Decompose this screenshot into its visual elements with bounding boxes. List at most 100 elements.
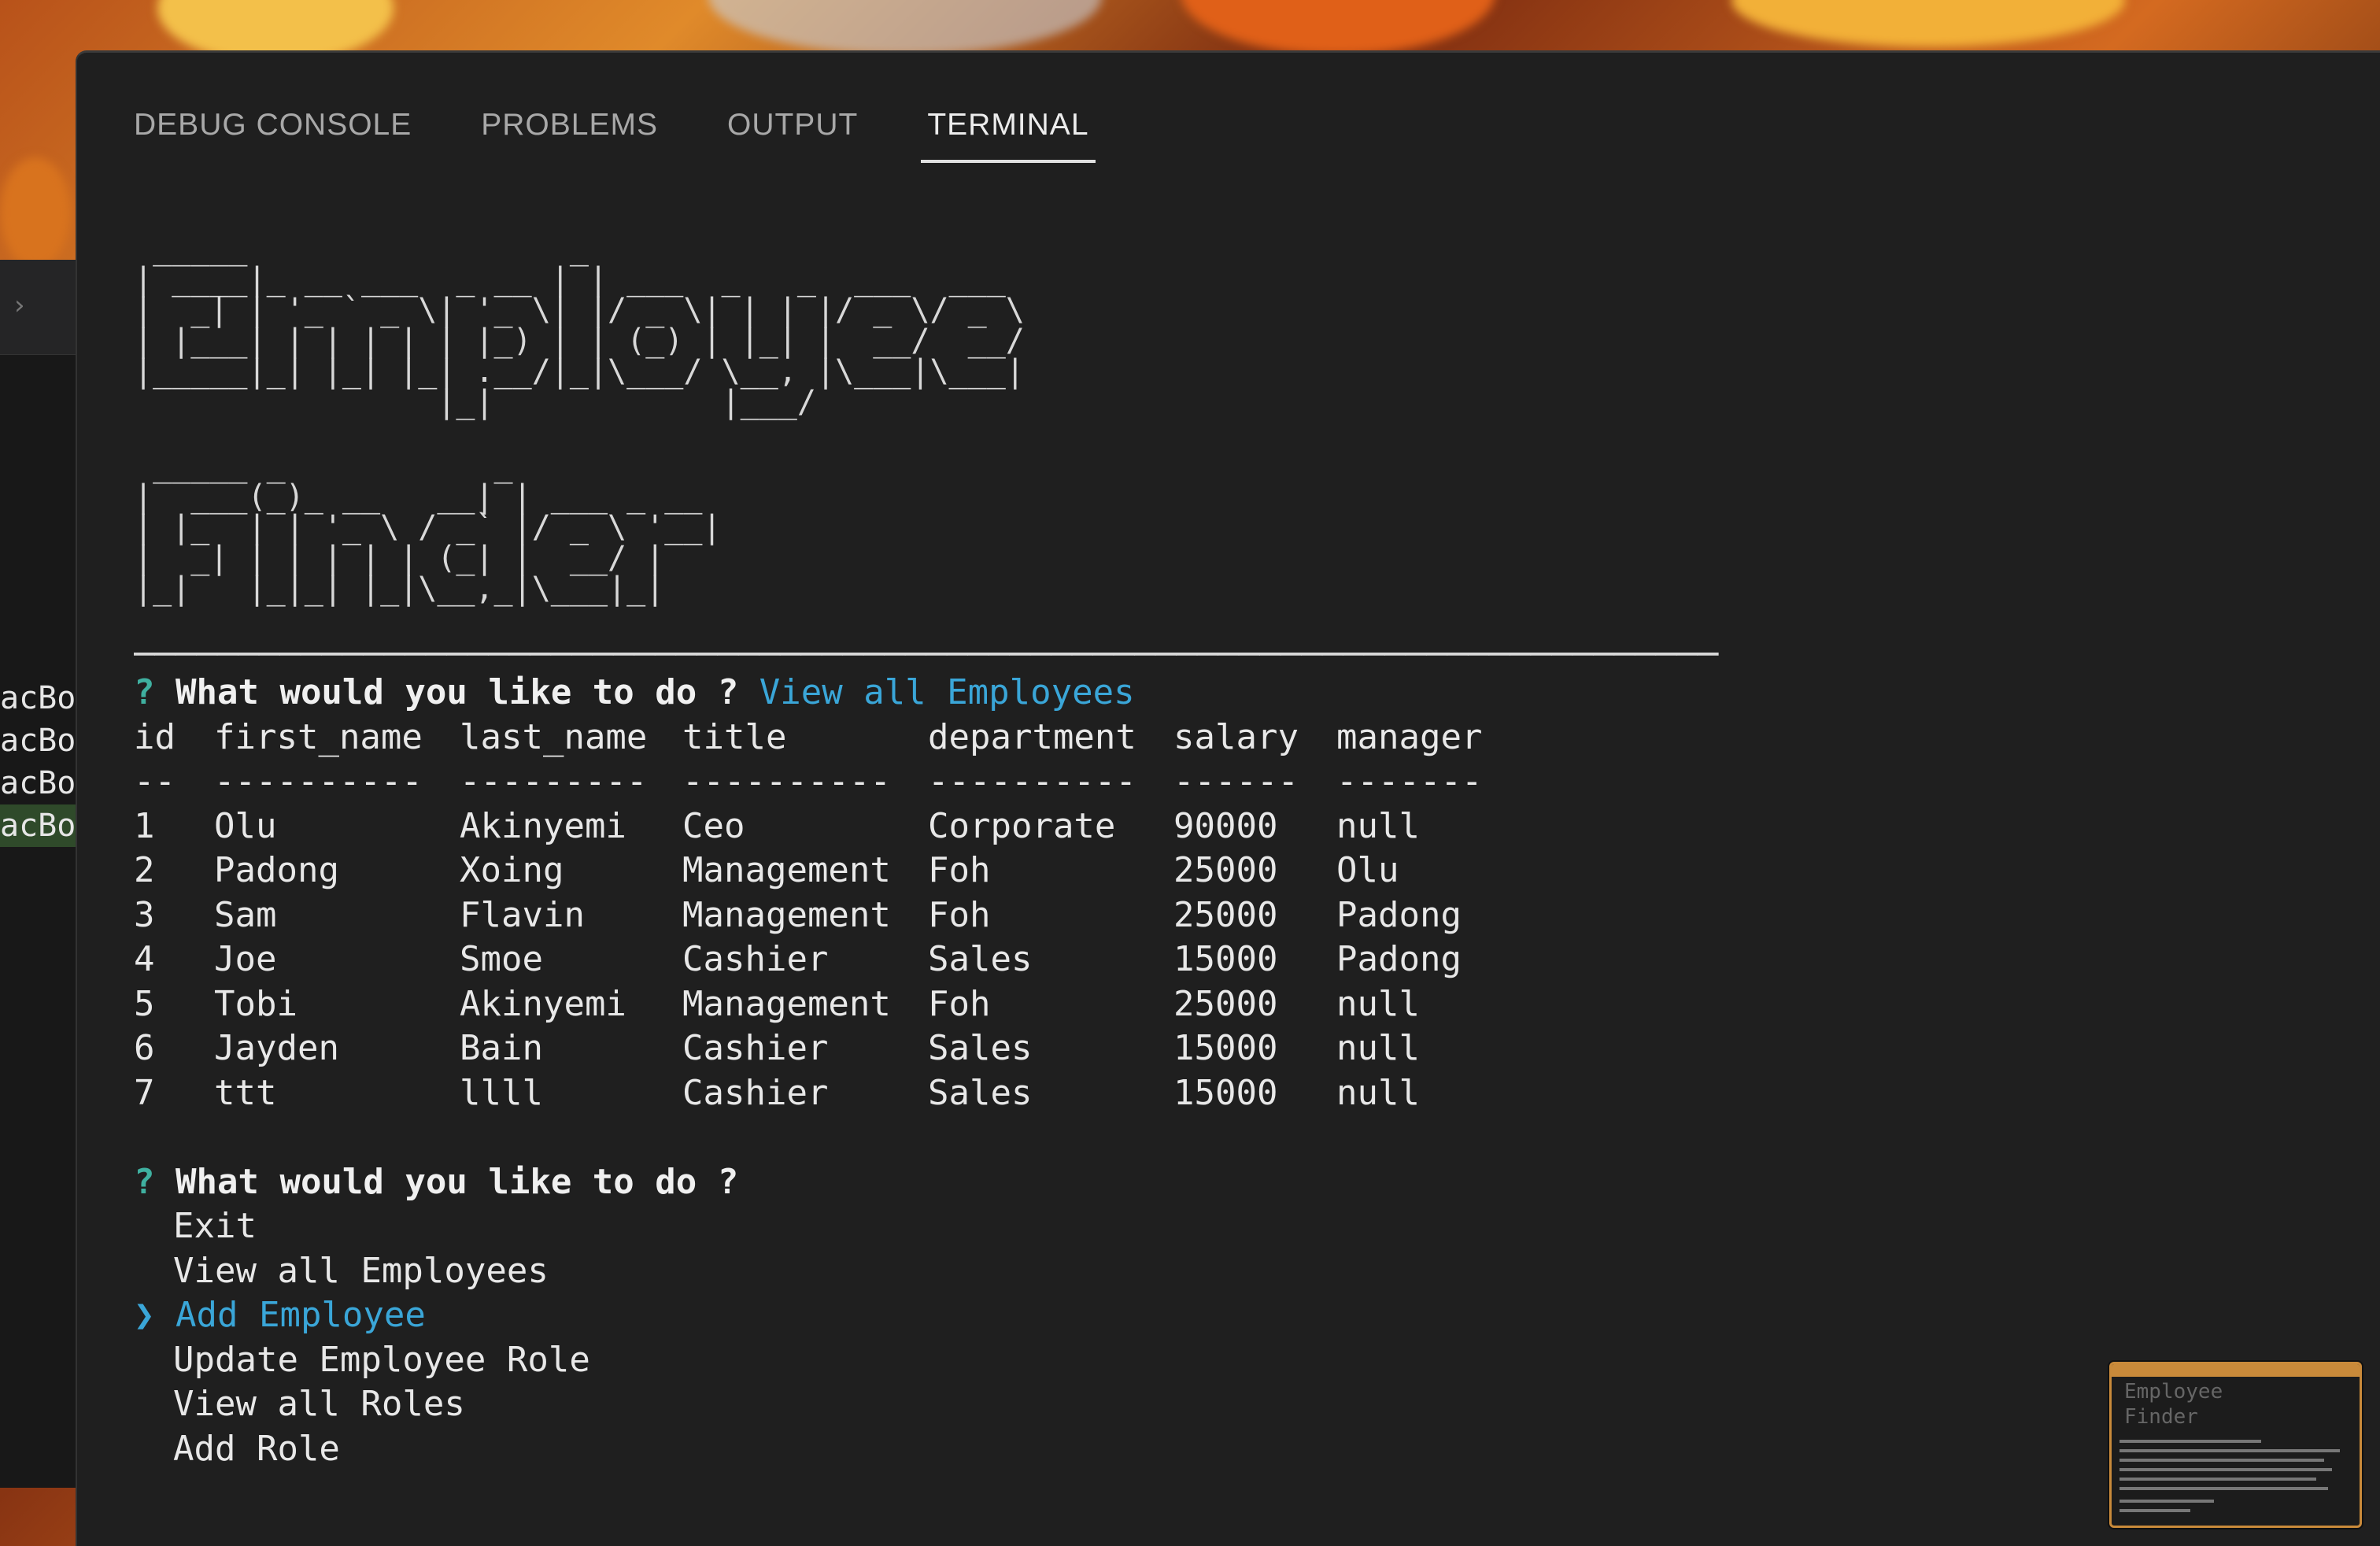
cell-id: 3 <box>134 894 155 935</box>
cell-title: Cashier <box>682 1028 829 1068</box>
editor-line[interactable]: acBo <box>0 677 76 719</box>
tab-terminal[interactable]: TERMINAL <box>921 108 1096 163</box>
table-underline: ---------- <box>928 761 1136 801</box>
prompt-line: ? What would you like to do ? View all E… <box>134 671 2259 716</box>
menu-option-add-employee[interactable]: ❯ Add Employee <box>134 1293 2259 1338</box>
selection-pointer-icon: ❯ <box>134 1295 155 1335</box>
thumbnail-line <box>2119 1487 2328 1490</box>
cell-manager: Olu <box>1336 850 1399 890</box>
tab-output[interactable]: OUTPUT <box>727 108 858 163</box>
cell-manager: null <box>1336 1072 1420 1113</box>
cell-manager: null <box>1336 983 1420 1024</box>
panel-tab-bar: DEBUG CONSOLE PROBLEMS OUTPUT TERMINAL <box>134 108 1096 163</box>
table-header: first_name <box>214 716 423 757</box>
table-header: salary <box>1173 716 1299 757</box>
terminal-panel: DEBUG CONSOLE PROBLEMS OUTPUT TERMINAL _… <box>76 50 2380 1546</box>
action-menu: Exit View all Employees ❯ Add Employee U… <box>134 1204 2259 1471</box>
thumbnail-subtitle: Finder <box>2124 1405 2198 1429</box>
cell-salary: 15000 <box>1173 1072 1278 1113</box>
ascii-banner-finder: _____ _ _ | ___(_)_ __ __| | ___ _ __ | … <box>134 448 722 607</box>
cell-id: 4 <box>134 939 155 979</box>
cell-id: 6 <box>134 1028 155 1068</box>
thumbnail-wallpaper-strip <box>2112 1364 2360 1377</box>
question-mark: ? <box>134 1161 155 1202</box>
thumbnail-line <box>2119 1449 2340 1452</box>
cell-salary: 15000 <box>1173 939 1278 979</box>
cell-title: Ceo <box>682 805 745 846</box>
menu-option-view-all-employees[interactable]: View all Employees <box>134 1249 2259 1294</box>
cell-last-name: llll <box>460 1072 543 1113</box>
cell-id: 7 <box>134 1072 155 1113</box>
table-header: title <box>682 716 787 757</box>
prompt-question: What would you like to do ? <box>176 1161 739 1202</box>
cell-first-name: Olu <box>214 805 277 846</box>
terminal-output[interactable]: _____ _ | ____|_ __ ___ _ __ | | ___ _ _… <box>134 231 2259 1471</box>
cell-first-name: Tobi <box>214 983 298 1024</box>
cell-department: Foh <box>928 850 991 890</box>
table-row: 1 Olu Akinyemi Ceo Corporate 90000 null <box>134 804 2259 849</box>
thumbnail-title: Employee <box>2124 1380 2223 1404</box>
cell-first-name: Sam <box>214 894 277 935</box>
menu-option-update-employee-role[interactable]: Update Employee Role <box>134 1338 2259 1383</box>
cell-manager: Padong <box>1336 894 1462 935</box>
employees-table: id first_name last_name title department… <box>134 716 2259 1116</box>
wallpaper-highlight <box>1731 0 2125 47</box>
cell-salary: 90000 <box>1173 805 1278 846</box>
prompt-line: ? What would you like to do ? <box>134 1160 2259 1205</box>
editor-line-active[interactable]: acBo <box>0 804 76 847</box>
table-underline: ------ <box>1173 761 1299 801</box>
editor-tab-bar: › <box>0 260 76 355</box>
cell-last-name: Bain <box>460 1028 543 1068</box>
table-underline: -- <box>134 761 176 801</box>
cell-last-name: Smoe <box>460 939 543 979</box>
cell-department: Foh <box>928 983 991 1024</box>
thumbnail-line <box>2119 1468 2332 1471</box>
menu-option-view-all-roles[interactable]: View all Roles <box>134 1382 2259 1427</box>
prompt-question: What would you like to do ? <box>176 672 739 712</box>
editor-line[interactable]: acBo <box>0 762 76 804</box>
table-header-row: id first_name last_name title department… <box>134 716 2259 760</box>
tab-problems[interactable]: PROBLEMS <box>481 108 658 163</box>
table-underline: ------- <box>1336 761 1483 801</box>
menu-option-add-role[interactable]: Add Role <box>134 1427 2259 1472</box>
cell-last-name: Xoing <box>460 850 564 890</box>
table-row: 7 ttt llll Cashier Sales 15000 null <box>134 1071 2259 1116</box>
cell-first-name: Jayden <box>214 1028 339 1068</box>
table-row: 5 Tobi Akinyemi Management Foh 25000 nul… <box>134 982 2259 1027</box>
cell-department: Foh <box>928 894 991 935</box>
chevron-right-icon[interactable]: › <box>14 290 25 321</box>
cell-last-name: Akinyemi <box>460 805 626 846</box>
cell-first-name: Padong <box>214 850 339 890</box>
cell-last-name: Flavin <box>460 894 585 935</box>
prompt-answer: View all Employees <box>759 672 1135 712</box>
cell-salary: 25000 <box>1173 850 1278 890</box>
table-row: 6 Jayden Bain Cashier Sales 15000 null <box>134 1026 2259 1071</box>
table-underline-row: -- ---------- --------- ---------- -----… <box>134 760 2259 804</box>
menu-option-exit[interactable]: Exit <box>134 1204 2259 1249</box>
tab-debug-console[interactable]: DEBUG CONSOLE <box>134 108 412 163</box>
cell-department: Sales <box>928 1028 1033 1068</box>
table-header: last_name <box>460 716 648 757</box>
cell-department: Corporate <box>928 805 1116 846</box>
cell-title: Cashier <box>682 1072 829 1113</box>
cell-manager: null <box>1336 805 1420 846</box>
menu-option-label: Add Employee <box>176 1295 426 1335</box>
editor-line[interactable]: acBo <box>0 719 76 762</box>
cell-title: Management <box>682 983 891 1024</box>
cell-manager: null <box>1336 1028 1420 1068</box>
table-underline: ---------- <box>682 761 891 801</box>
screenshot-thumbnail[interactable]: Employee Finder <box>2109 1362 2362 1528</box>
cell-salary: 25000 <box>1173 983 1278 1024</box>
table-header: department <box>928 716 1136 757</box>
thumbnail-line <box>2119 1500 2214 1503</box>
ascii-banner-employee: _____ _ | ____|_ __ ___ _ __ | | ___ _ _… <box>134 231 1025 420</box>
banner-divider: ────────────────────────────────────────… <box>134 639 1719 671</box>
wallpaper-figure <box>1181 0 1495 55</box>
table-row: 4 Joe Smoe Cashier Sales 15000 Padong <box>134 938 2259 982</box>
wallpaper-figure <box>708 0 1102 55</box>
cell-department: Sales <box>928 939 1033 979</box>
table-underline: ---------- <box>214 761 423 801</box>
table-row: 2 Padong Xoing Management Foh 25000 Olu <box>134 849 2259 893</box>
cell-id: 5 <box>134 983 155 1024</box>
